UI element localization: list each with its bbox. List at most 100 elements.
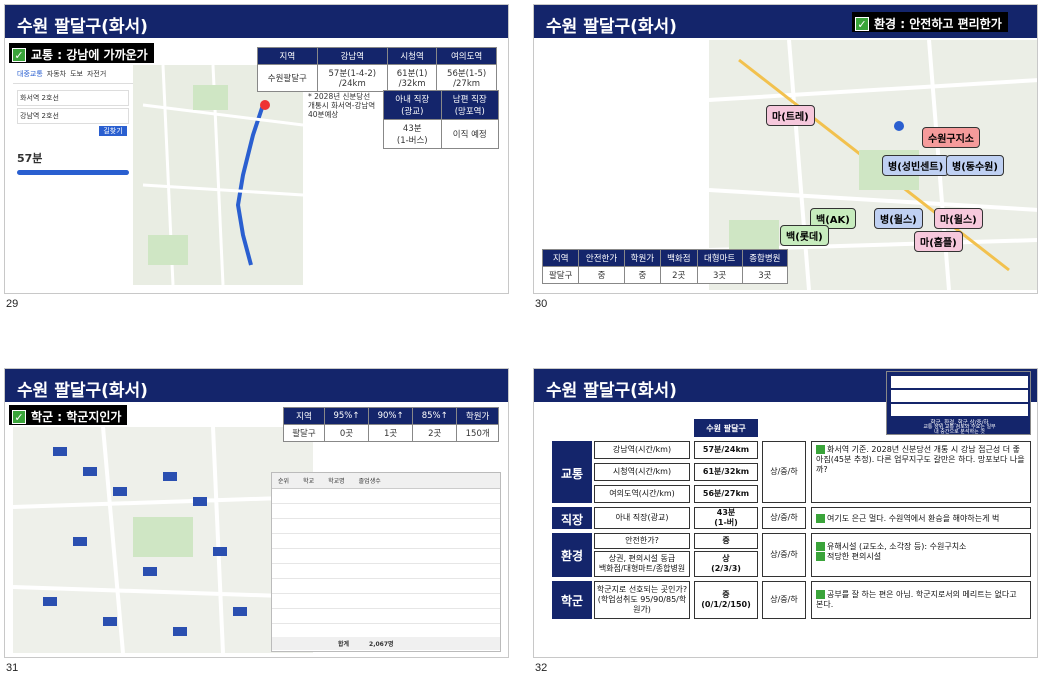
checkbox-icon <box>816 445 825 454</box>
tab-walk[interactable]: 도보 <box>70 69 83 79</box>
col-safety: 안전한가 <box>578 249 625 267</box>
slide-32: 수원 팔달구(화서) 학군, 환경, 학군 상/중/하 교통 상위 교통 검토와… <box>533 368 1038 658</box>
label-hosp-dongsuwon: 병(동수원) <box>946 155 1004 176</box>
slide-31: 수원 팔달구(화서) ✓ 학군 : 학군지인가 순위 학교 학교명 졸업생수 합… <box>4 368 509 658</box>
item-gangnam: 강남역(시간/km) <box>594 441 690 459</box>
tab-bike[interactable]: 자전거 <box>87 69 106 79</box>
cat-environment: 환경 <box>552 533 592 577</box>
tab-transit[interactable]: 대중교통 <box>17 69 43 79</box>
item-yeouido: 여의도역(시간/km) <box>594 485 690 503</box>
item-school: 학군지로 선호되는 곳인가? (학업성취도 95/90/85/학원가) <box>594 581 690 619</box>
school-list-header: 순위 학교 학교명 졸업생수 <box>272 473 500 489</box>
col-90: 90%↑ <box>368 407 414 425</box>
route-time: 57분 <box>17 152 43 165</box>
label-office: 수원구지소 <box>922 127 980 148</box>
checkbox-icon: ✓ <box>12 47 26 62</box>
comment-school-text: 공부를 잘 하는 편은 아님. 학군지로서의 메리트는 없다고 본다. <box>816 590 1017 609</box>
route-map: 대중교통 자동차 도보 자전거 화서역 2호선 강남역 2호선 길찾기 57분 <box>13 65 303 285</box>
label-mart-homeplus: 마(홈플) <box>914 231 963 252</box>
slide-title: 수원 팔달구(화서) <box>5 369 508 402</box>
slide-title: 수원 팔달구(화서) <box>5 5 508 38</box>
section-tag-label: 교통 : 강남에 가까운가 <box>31 48 148 62</box>
school-list-total: 합계 2,067명 <box>272 637 500 650</box>
school-list-rows <box>272 489 500 637</box>
comment-school: 공부를 잘 하는 편은 아님. 학군지로서의 메리트는 없다고 본다. <box>811 581 1031 619</box>
label-mart-wills: 마(윌스) <box>934 208 983 229</box>
cell-mart: 3곳 <box>696 266 743 284</box>
cell-85: 2곳 <box>412 424 458 442</box>
label-hosp-wills: 병(윌스) <box>874 208 923 229</box>
slide-number: 30 <box>535 298 548 310</box>
to-field[interactable]: 강남역 2호선 <box>17 108 129 124</box>
section-tag-label: 환경 : 안전하고 편리한가 <box>874 17 1002 31</box>
section-tag-label: 학군 : 학군지인가 <box>31 410 122 424</box>
cell-yeouido: 56분(1-5) /27km <box>436 64 497 92</box>
tab-car[interactable]: 자동차 <box>47 69 66 79</box>
gtx-note: * 2028년 신분당선 개통시 화서역-강남역 40분예상 <box>308 92 376 119</box>
label-dept-lotte: 백(롯데) <box>780 225 829 246</box>
value-gangnam: 57분/24km <box>694 441 758 459</box>
slide-30: 수원 팔달구(화서) ✓ 환경 : 안전하고 편리한가 마(트레) 수원구지소 … <box>533 4 1038 294</box>
cell-90: 1곳 <box>368 424 414 442</box>
item-cityhall: 시청역(시간/km) <box>594 463 690 481</box>
checkbox-icon: ✓ <box>12 409 26 424</box>
comment-transport-text: 화서역 기준. 2028년 신분당선 개통 시 강남 접근성 더 좋아짐(45분… <box>816 445 1025 474</box>
grade-work: 상/중/하 <box>762 507 806 529</box>
col-gangnam: 강남역 <box>316 47 388 65</box>
col-academy: 학원가 <box>623 249 662 267</box>
legend-table <box>891 376 1028 416</box>
col-mart: 대형마트 <box>696 249 743 267</box>
environment-table: 지역 안전한가 학원가 백화점 대형마트 종합병원 팔달구 중 중 2곳 3곳 … <box>541 249 789 284</box>
cell-region: 팔달구 <box>541 266 580 284</box>
checkbox-icon <box>816 590 825 599</box>
slide-number: 31 <box>6 662 19 674</box>
col-dept-store: 백화점 <box>660 249 698 267</box>
value-school: 중 (0/1/2/150) <box>694 581 758 619</box>
cell-region: 수원팔달구 <box>257 64 318 92</box>
col-academy: 학원가 <box>456 407 499 425</box>
legend-box: 학군, 환경, 학군 상/중/하 교통 상위 교통 검토와 수요는 일부 내 중… <box>886 371 1031 435</box>
checkbox-icon <box>816 552 825 561</box>
comment-environment-line1: 유해시설 (교도소, 소각장 등): 수원구치소 <box>827 542 967 551</box>
col-school-name: 학교명 <box>328 478 345 485</box>
route-panel: 대중교통 자동차 도보 자전거 화서역 2호선 강남역 2호선 길찾기 57분 <box>13 65 133 285</box>
section-tag: ✓ 환경 : 안전하고 편리한가 <box>852 12 1008 32</box>
from-field[interactable]: 화서역 2호선 <box>17 90 129 106</box>
label-hosp-stvincent: 병(성빈센트) <box>882 155 950 176</box>
slide-number: 29 <box>6 298 19 310</box>
cell-wife-work: 43분 (1-버스) <box>383 119 442 149</box>
slide-29: 수원 팔달구(화서) ✓ 교통 : 강남에 가까운가 대중교통 자동차 도보 자… <box>4 4 509 294</box>
cell-region: 팔달구 <box>283 424 325 442</box>
commute-table: 지역 강남역 시청역 여의도역 수원팔달구 57분(1-4-2) /24km 6… <box>257 47 497 92</box>
col-school: 학교 <box>303 478 315 485</box>
cat-school: 학군 <box>552 581 592 619</box>
col-grads: 졸업생수 <box>358 478 381 485</box>
col-husband-work: 남편 직장 (망포역) <box>440 90 499 120</box>
cell-cityhall: 61분(1) /32km <box>386 64 438 92</box>
grade-school: 상/중/하 <box>762 581 806 619</box>
value-yeouido: 56분/27km <box>694 485 758 503</box>
col-85: 85%↑ <box>412 407 458 425</box>
section-tag: ✓ 학군 : 학군지인가 <box>9 405 128 425</box>
column-header: 수원 팔달구 <box>694 419 758 437</box>
grade-environment: 상/중/하 <box>762 533 806 577</box>
comment-environment: 유해시설 (교도소, 소각장 등): 수원구치소 적당한 편의시설 <box>811 533 1031 577</box>
checkbox-icon <box>816 542 825 551</box>
legend-note: 교통 상위 교통 검토와 수요는 일부 내 중간으로 분석하는 것 <box>923 424 996 435</box>
checkbox-icon <box>816 514 825 523</box>
slide-number: 32 <box>535 662 548 674</box>
cell-gangnam: 57분(1-4-2) /24km <box>316 64 388 92</box>
search-route-button[interactable]: 길찾기 <box>99 126 127 136</box>
label-mart-tre: 마(트레) <box>766 105 815 126</box>
comment-work-text: 여기도 은근 멀다. 수원역에서 환승을 해야하는게 벅 <box>827 514 1000 523</box>
col-yeouido: 여의도역 <box>436 47 497 65</box>
cell-husband-work: 이직 예정 <box>440 119 499 149</box>
col-region: 지역 <box>283 407 325 425</box>
school-map <box>13 427 313 653</box>
school-list-panel: 순위 학교 학교명 졸업생수 합계 2,067명 <box>271 472 501 652</box>
cell-dept-store: 2곳 <box>660 266 698 284</box>
col-hospital: 종합병원 <box>741 249 789 267</box>
cell-academy: 중 <box>623 266 662 284</box>
value-wife-work: 43분 (1-버) <box>694 507 758 529</box>
value-safety: 중 <box>694 533 758 549</box>
